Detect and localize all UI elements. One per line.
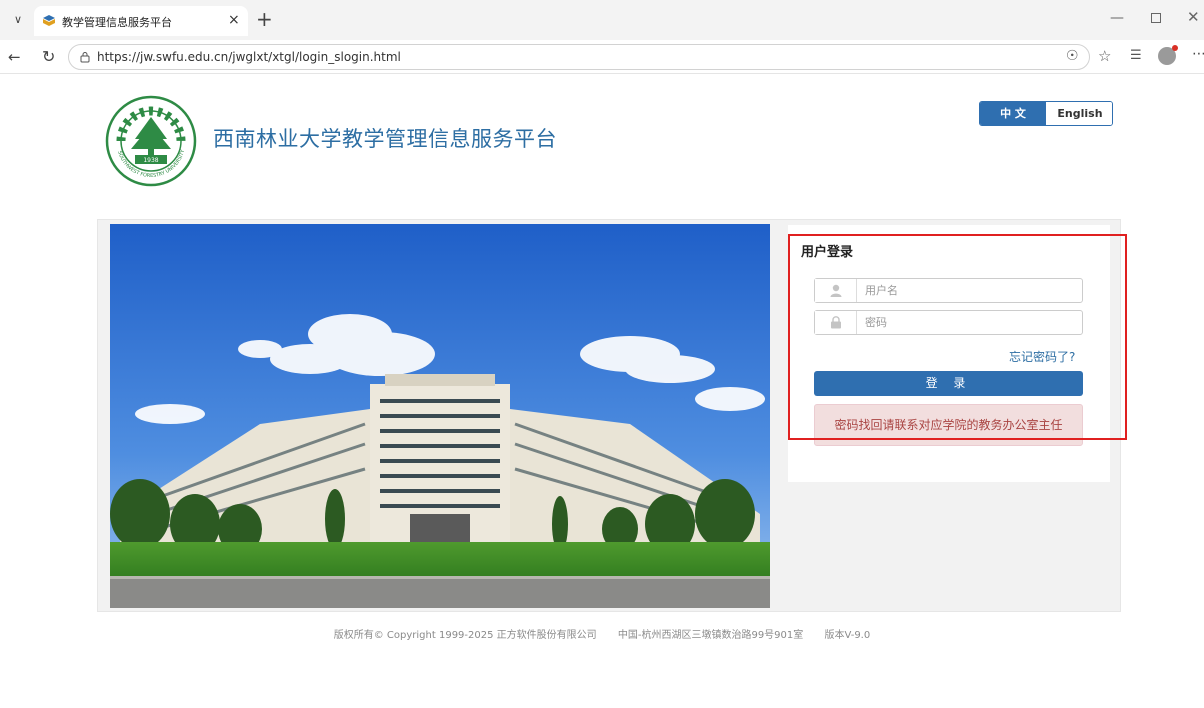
favicon-icon xyxy=(43,15,55,26)
notification-dot xyxy=(1172,45,1178,51)
footer-version: 版本V-9.0 xyxy=(824,630,871,641)
logo-year: 1938 xyxy=(143,157,158,164)
browser-tab[interactable]: 教学管理信息服务平台 × xyxy=(34,6,248,36)
back-icon[interactable]: ← xyxy=(8,48,21,66)
site-title: 西南林业大学教学管理信息服务平台 xyxy=(213,127,557,151)
campus-photo xyxy=(110,224,770,608)
url-text: https://jw.swfu.edu.cn/jwglxt/xtgl/login… xyxy=(97,50,401,64)
maximize-icon[interactable] xyxy=(1151,13,1161,23)
tab-title: 教学管理信息服务平台 xyxy=(62,16,172,29)
favorites-icon[interactable]: ☰ xyxy=(1130,48,1142,63)
lock-icon[interactable] xyxy=(79,51,91,63)
footer-copyright: 版权所有© Copyright 1999-2025 正方软件股份有限公司 xyxy=(333,630,597,641)
window-close-icon[interactable]: ✕ xyxy=(1187,8,1200,26)
browser-tab-bar: ∨ 教学管理信息服务平台 × + — ✕ xyxy=(0,0,1204,40)
close-icon[interactable]: × xyxy=(228,12,240,28)
footer: 版权所有© Copyright 1999-2025 正方软件股份有限公司 中国-… xyxy=(0,626,1204,641)
reload-icon[interactable]: ↻ xyxy=(42,47,55,66)
language-switch: 中 文 English xyxy=(979,101,1113,126)
url-field[interactable]: https://jw.swfu.edu.cn/jwglxt/xtgl/login… xyxy=(68,44,1090,70)
more-icon[interactable]: ⋯ xyxy=(1192,46,1204,62)
university-logo: 1938 SOUTHWEST FORESTRY UNIVERSITY xyxy=(105,95,197,187)
red-highlight-box xyxy=(788,234,1127,440)
chevron-down-icon[interactable]: ∨ xyxy=(10,12,26,28)
lang-chinese-button[interactable]: 中 文 xyxy=(980,102,1046,125)
address-bar: ← ↻ https://jw.swfu.edu.cn/jwglxt/xtgl/l… xyxy=(0,40,1204,74)
minimize-icon[interactable]: — xyxy=(1110,10,1124,26)
tools-icon[interactable]: ☉ xyxy=(1066,48,1079,64)
plus-icon[interactable]: + xyxy=(256,9,273,29)
lang-english-button[interactable]: English xyxy=(1046,102,1112,125)
footer-address: 中国-杭州西湖区三墩镇数治路99号901室 xyxy=(617,630,804,641)
star-icon[interactable]: ☆ xyxy=(1098,47,1111,65)
